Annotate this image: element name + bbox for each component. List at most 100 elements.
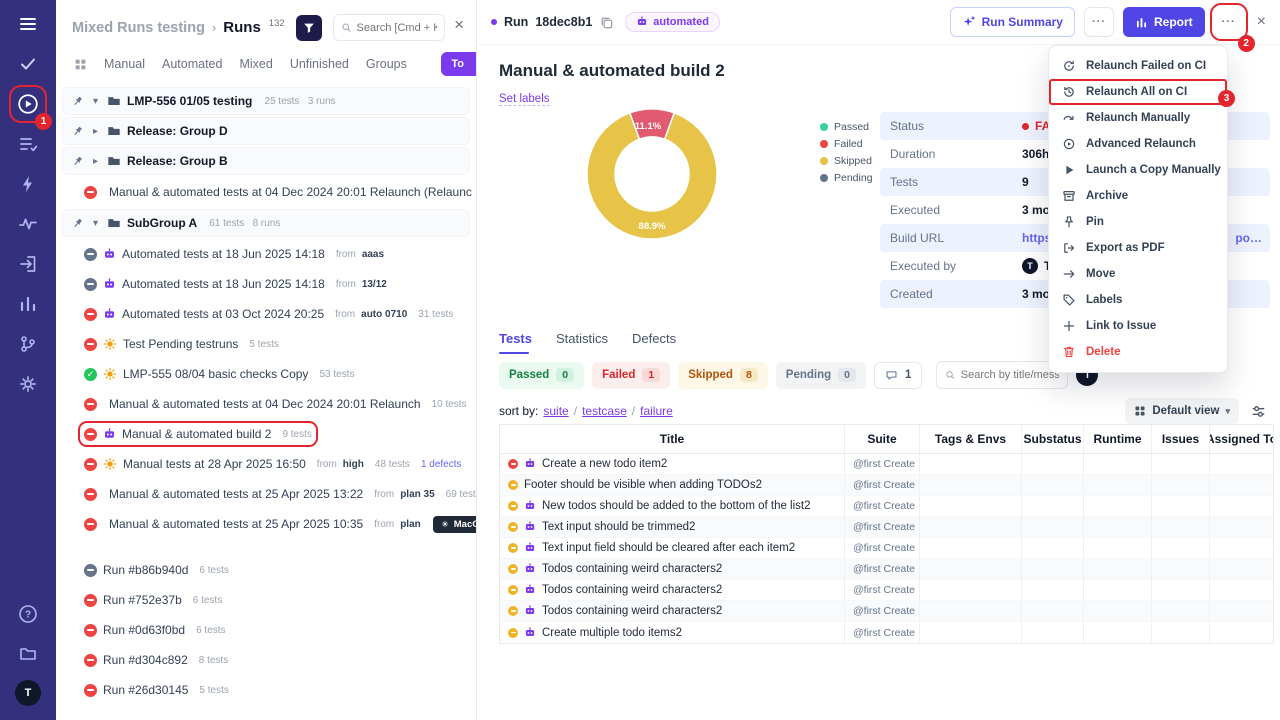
default-view-button[interactable]: Default view ▾ bbox=[1125, 398, 1239, 424]
col-runtime[interactable]: Runtime bbox=[1083, 425, 1151, 453]
copy-icon[interactable] bbox=[599, 15, 614, 30]
menu-item-export-pdf[interactable]: Export as PDF bbox=[1049, 235, 1227, 261]
tab-unfinished[interactable]: Unfinished bbox=[290, 57, 349, 71]
chevron-right-icon[interactable]: ▸ bbox=[90, 126, 101, 137]
run-row[interactable]: Run #26d30145 5 tests bbox=[56, 675, 476, 705]
run-row[interactable]: Manual tests at 28 Apr 2025 16:50 from h… bbox=[56, 449, 476, 479]
lightning-icon[interactable] bbox=[16, 172, 40, 196]
report-button[interactable]: Report bbox=[1122, 7, 1205, 37]
run-row[interactable]: Manual & automated tests at 04 Dec 2024 … bbox=[56, 177, 476, 207]
chip-pending[interactable]: Pending 0 bbox=[775, 361, 866, 389]
build-url-tail[interactable]: po… bbox=[1235, 231, 1262, 245]
run-row-selected[interactable]: Manual & automated build 2 9 tests bbox=[56, 419, 476, 449]
run-row[interactable]: Manual & automated tests at 25 Apr 2025 … bbox=[56, 479, 476, 509]
chevron-down-icon[interactable]: ▾ bbox=[90, 96, 101, 107]
chevron-down-icon[interactable]: ▾ bbox=[90, 218, 101, 229]
menu-item-delete[interactable]: Delete bbox=[1049, 339, 1227, 365]
run-row[interactable]: Run #0d63f0bd 6 tests bbox=[56, 615, 476, 645]
automated-badge[interactable]: automated bbox=[625, 12, 720, 32]
menu-item-relaunch-manually[interactable]: Relaunch Manually bbox=[1049, 105, 1227, 131]
run-row[interactable]: Manual & automated tests at 04 Dec 2024 … bbox=[56, 389, 476, 419]
run-row[interactable]: Run #752e37b 6 tests bbox=[56, 585, 476, 615]
run-summary-button[interactable]: Run Summary bbox=[949, 7, 1075, 37]
tab-statistics[interactable]: Statistics bbox=[556, 331, 608, 346]
tab-groups[interactable]: Groups bbox=[366, 57, 407, 71]
test-row[interactable]: Todos containing weird characters2 @firs… bbox=[500, 601, 1273, 622]
sort-link-suite[interactable]: suite bbox=[543, 404, 568, 418]
runs-play-icon[interactable]: 1 bbox=[9, 85, 52, 130]
sort-link-testcase[interactable]: testcase bbox=[582, 404, 627, 418]
menu-item-advanced-relaunch[interactable]: Advanced Relaunch bbox=[1049, 131, 1227, 157]
folder-row[interactable]: ▾ LMP-556 01/05 testing 25 tests 3 runs bbox=[62, 87, 470, 115]
user-avatar[interactable]: T bbox=[15, 680, 41, 706]
runs-search[interactable] bbox=[332, 14, 446, 41]
check-icon[interactable] bbox=[16, 52, 40, 76]
run-row[interactable]: Run #b86b940d 6 tests bbox=[56, 555, 476, 585]
run-row[interactable]: Run #d304c892 8 tests bbox=[56, 645, 476, 675]
menu-item-relaunch-all-ci[interactable]: Relaunch All on CI 3 bbox=[1049, 79, 1235, 107]
folder-row[interactable]: ▸ Release: Group B bbox=[62, 147, 470, 175]
chip-failed[interactable]: Failed 1 bbox=[592, 361, 671, 389]
close-icon[interactable]: × bbox=[454, 16, 464, 33]
git-branch-icon[interactable] bbox=[16, 332, 40, 356]
run-actions-menu-button[interactable]: ··· bbox=[1213, 7, 1244, 37]
tab-defects[interactable]: Defects bbox=[632, 331, 676, 346]
folder-row[interactable]: ▸ Release: Group D bbox=[62, 117, 470, 145]
sort-link-failure[interactable]: failure bbox=[640, 404, 673, 418]
activity-pulse-icon[interactable] bbox=[16, 212, 40, 236]
runs-search-input[interactable] bbox=[356, 21, 438, 34]
test-row[interactable]: New todos should be added to the bottom … bbox=[500, 496, 1273, 517]
menu-item-link-to-issue[interactable]: Link to Issue bbox=[1049, 313, 1227, 339]
tasks-icon[interactable] bbox=[16, 132, 40, 156]
sliders-icon[interactable] bbox=[1251, 404, 1266, 419]
menu-icon[interactable] bbox=[16, 12, 40, 36]
run-row[interactable]: LMP-555 08/04 basic checks Copy 53 tests bbox=[56, 359, 476, 389]
test-row[interactable]: Footer should be visible when adding TOD… bbox=[500, 475, 1273, 496]
tab-automated[interactable]: Automated bbox=[162, 57, 222, 71]
col-substatus[interactable]: Substatus bbox=[1021, 425, 1083, 453]
chevron-right-icon[interactable]: ▸ bbox=[90, 156, 101, 167]
filter-button[interactable] bbox=[295, 14, 322, 41]
menu-item-relaunch-failed-ci[interactable]: Relaunch Failed on CI bbox=[1049, 53, 1227, 79]
col-issues[interactable]: Issues bbox=[1151, 425, 1209, 453]
help-icon[interactable]: ? bbox=[16, 602, 40, 626]
run-row[interactable]: Test Pending testruns 5 tests bbox=[56, 329, 476, 359]
set-labels-link[interactable]: Set labels bbox=[499, 93, 550, 106]
test-row[interactable]: Create multiple todo items2 @first Creat… bbox=[500, 622, 1273, 643]
run-row[interactable]: Automated tests at 18 Jun 2025 14:18 fro… bbox=[56, 269, 476, 299]
close-icon[interactable]: × bbox=[1257, 13, 1266, 31]
gear-icon[interactable] bbox=[16, 372, 40, 396]
menu-item-labels[interactable]: Labels bbox=[1049, 287, 1227, 313]
breadcrumb-project[interactable]: Mixed Runs testing bbox=[72, 20, 205, 36]
test-row[interactable]: Create a new todo item2 @first Create … bbox=[500, 454, 1273, 475]
folders-icon[interactable] bbox=[16, 641, 40, 665]
test-row[interactable]: Text input should be trimmed2 @first Cre… bbox=[500, 517, 1273, 538]
chip-passed[interactable]: Passed 0 bbox=[499, 361, 585, 389]
test-row[interactable]: Todos containing weird characters2 @firs… bbox=[500, 580, 1273, 601]
col-title[interactable]: Title bbox=[500, 425, 844, 453]
menu-item-archive[interactable]: Archive bbox=[1049, 183, 1227, 209]
sign-in-icon[interactable] bbox=[16, 252, 40, 276]
chip-comments[interactable]: 1 bbox=[874, 361, 923, 389]
test-row[interactable]: Todos containing weird characters2 @firs… bbox=[500, 559, 1273, 580]
menu-item-move[interactable]: Move bbox=[1049, 261, 1227, 287]
tab-mixed[interactable]: Mixed bbox=[239, 57, 272, 71]
col-assigned-to[interactable]: Assigned To bbox=[1209, 425, 1273, 453]
menu-item-pin[interactable]: Pin bbox=[1049, 209, 1227, 235]
folder-row[interactable]: ▾ SubGroup A 61 tests 8 runs bbox=[62, 209, 470, 237]
col-tags-envs[interactable]: Tags & Envs bbox=[919, 425, 1021, 453]
run-row[interactable]: Automated tests at 03 Oct 2024 20:25 fro… bbox=[56, 299, 476, 329]
tab-total-cut[interactable]: To bbox=[441, 52, 476, 76]
tests-search-input[interactable] bbox=[960, 369, 1060, 381]
bar-chart-icon[interactable] bbox=[16, 292, 40, 316]
tab-tests[interactable]: Tests bbox=[499, 331, 532, 354]
test-row[interactable]: Text input field should be cleared after… bbox=[500, 538, 1273, 559]
run-row[interactable]: Manual & automated tests at 25 Apr 2025 … bbox=[56, 509, 476, 539]
tab-manual[interactable]: Manual bbox=[104, 57, 145, 71]
col-suite[interactable]: Suite bbox=[844, 425, 919, 453]
grid-icon[interactable] bbox=[74, 58, 87, 71]
menu-item-launch-copy[interactable]: Launch a Copy Manually bbox=[1049, 157, 1227, 183]
run-row[interactable]: Automated tests at 18 Jun 2025 14:18 fro… bbox=[56, 239, 476, 269]
chip-skipped[interactable]: Skipped 8 bbox=[678, 361, 768, 389]
more-options-button[interactable]: ··· bbox=[1083, 7, 1114, 37]
